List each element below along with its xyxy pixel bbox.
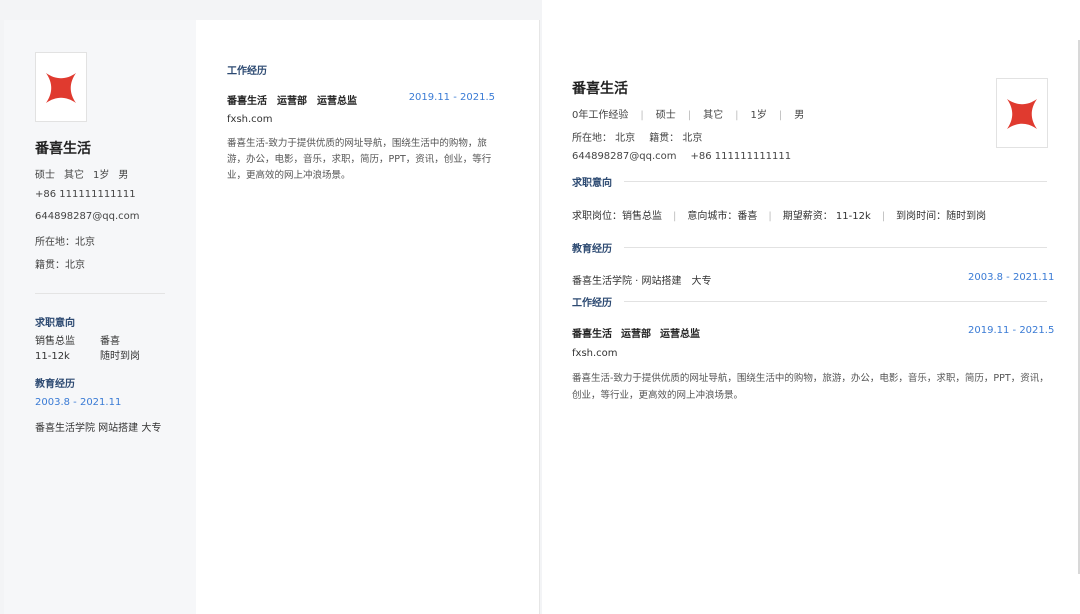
work-site: fxsh.com — [572, 348, 618, 359]
location: 所在地： 北京 — [572, 133, 636, 144]
profile-location: 所在地：北京 — [35, 237, 95, 248]
education-school: 番喜生活学院 网站搭建 大专 — [35, 423, 162, 434]
profile-phone: +86 111111111111 — [35, 189, 136, 200]
work-date: 2019.11 - 2021.5 — [408, 92, 495, 103]
red-star-logo-icon — [1007, 99, 1037, 129]
gender: 男 — [118, 170, 129, 181]
intent-salary: 期望薪资： 11-12k — [782, 211, 871, 222]
intent-position: 求职岗位：销售总监 — [572, 211, 662, 222]
intent-grid: 销售总监 番喜 11-12k 随时到岗 — [35, 332, 165, 362]
work-role: 运营总监 — [660, 329, 700, 340]
phone: +86 111111111111 — [690, 151, 792, 162]
intent-arrival: 随时到岗 — [100, 351, 140, 362]
education-date: 2003.8 - 2021.11 — [968, 272, 1055, 283]
work-title: 番喜生活 运营部 运营总监 — [572, 325, 709, 340]
education-heading: 教育经历 — [35, 379, 75, 390]
work-title: 番喜生活 运营部 运营总监 — [227, 92, 367, 107]
profile-meta: 0年工作经验 | 硕士 | 其它 | 1岁 | 男 — [572, 110, 805, 121]
education-heading: 教育经历 — [572, 240, 624, 255]
profile-location: 所在地： 北京 籍贯： 北京 — [572, 129, 702, 144]
profile-native: 籍贯：北京 — [35, 260, 85, 271]
intent-salary: 11-12k — [35, 351, 70, 362]
profile-name: 番喜生活 — [35, 141, 91, 157]
education-school: 番喜生活学院 · 网站搭建 大专 — [572, 276, 712, 287]
resume-template-sidebar[interactable]: 番喜生活 硕士 其它 1岁男 +86 111111111111 644898287@… — [4, 20, 540, 614]
experience: 0年工作经验 — [572, 110, 629, 121]
work-role: 运营总监 — [317, 96, 357, 107]
native: 籍贯： 北京 — [649, 133, 703, 144]
intent-section-header: 求职意向 — [572, 174, 1047, 189]
work-heading: 工作经历 — [227, 66, 267, 77]
work-description: 番喜生活-致力于提供优质的网址导航，围绕生活中的购物，旅游，办公，电影，音乐，求… — [572, 373, 1049, 401]
email: 644898287@qq.com — [572, 151, 677, 162]
left-sidebar: 番喜生活 硕士 其它 1岁男 +86 111111111111 644898287@… — [4, 20, 196, 614]
work-company: 番喜生活 — [227, 96, 267, 107]
work-company: 番喜生活 — [572, 329, 612, 340]
work-date: 2019.11 - 2021.5 — [968, 325, 1055, 336]
intent-city: 意向城市：番喜 — [687, 211, 758, 222]
education-date: 2003.8 - 2021.11 — [35, 397, 122, 408]
gender: 男 — [794, 110, 805, 121]
work-section-header: 工作经历 — [572, 294, 1047, 309]
intent-heading: 求职意向 — [572, 174, 624, 189]
work-site: fxsh.com — [227, 114, 273, 125]
profile-email: 644898287@qq.com — [35, 211, 140, 222]
intent-heading: 求职意向 — [35, 318, 75, 329]
degree: 硕士 — [655, 110, 676, 121]
red-star-logo-icon — [46, 73, 76, 103]
age: 1岁 — [750, 110, 767, 121]
intent-line: 求职岗位：销售总监 | 意向城市：番喜 | 期望薪资： 11-12k | 到岗时间：随时到岗 — [572, 211, 987, 222]
work-department: 运营部 — [621, 329, 651, 340]
other: 其它 — [703, 110, 724, 121]
other: 其它 — [64, 170, 84, 181]
profile-photo — [996, 78, 1048, 148]
sidebar-divider — [35, 293, 165, 294]
degree: 硕士 — [35, 170, 55, 181]
profile-contact: 644898287@qq.com +86 111111111111 — [572, 151, 791, 162]
profile-name: 番喜生活 — [572, 81, 628, 97]
work-description: 番喜生活-致力于提供优质的网址导航，围绕生活中的购物，旅游，办公，电影，音乐，求… — [227, 138, 492, 181]
age: 1岁 — [93, 170, 110, 181]
resume-template-single[interactable]: 番喜生活 0年工作经验 | 硕士 | 其它 | 1岁 | 男 所在地： 北京 籍贯： 北京 644… — [542, 0, 1080, 614]
intent-arrival: 到岗时间：随时到岗 — [896, 211, 987, 222]
intent-position: 销售总监 — [35, 336, 75, 347]
work-heading: 工作经历 — [572, 294, 624, 309]
profile-basic-info: 硕士 其它 1岁男 — [35, 166, 137, 181]
education-section-header: 教育经历 — [572, 240, 1047, 255]
intent-city: 番喜 — [100, 336, 120, 347]
profile-photo — [35, 52, 87, 122]
left-main-content: 工作经历 番喜生活 运营部 运营总监 2019.11 - 2021.5 fxsh.c… — [196, 20, 539, 614]
work-department: 运营部 — [277, 96, 307, 107]
